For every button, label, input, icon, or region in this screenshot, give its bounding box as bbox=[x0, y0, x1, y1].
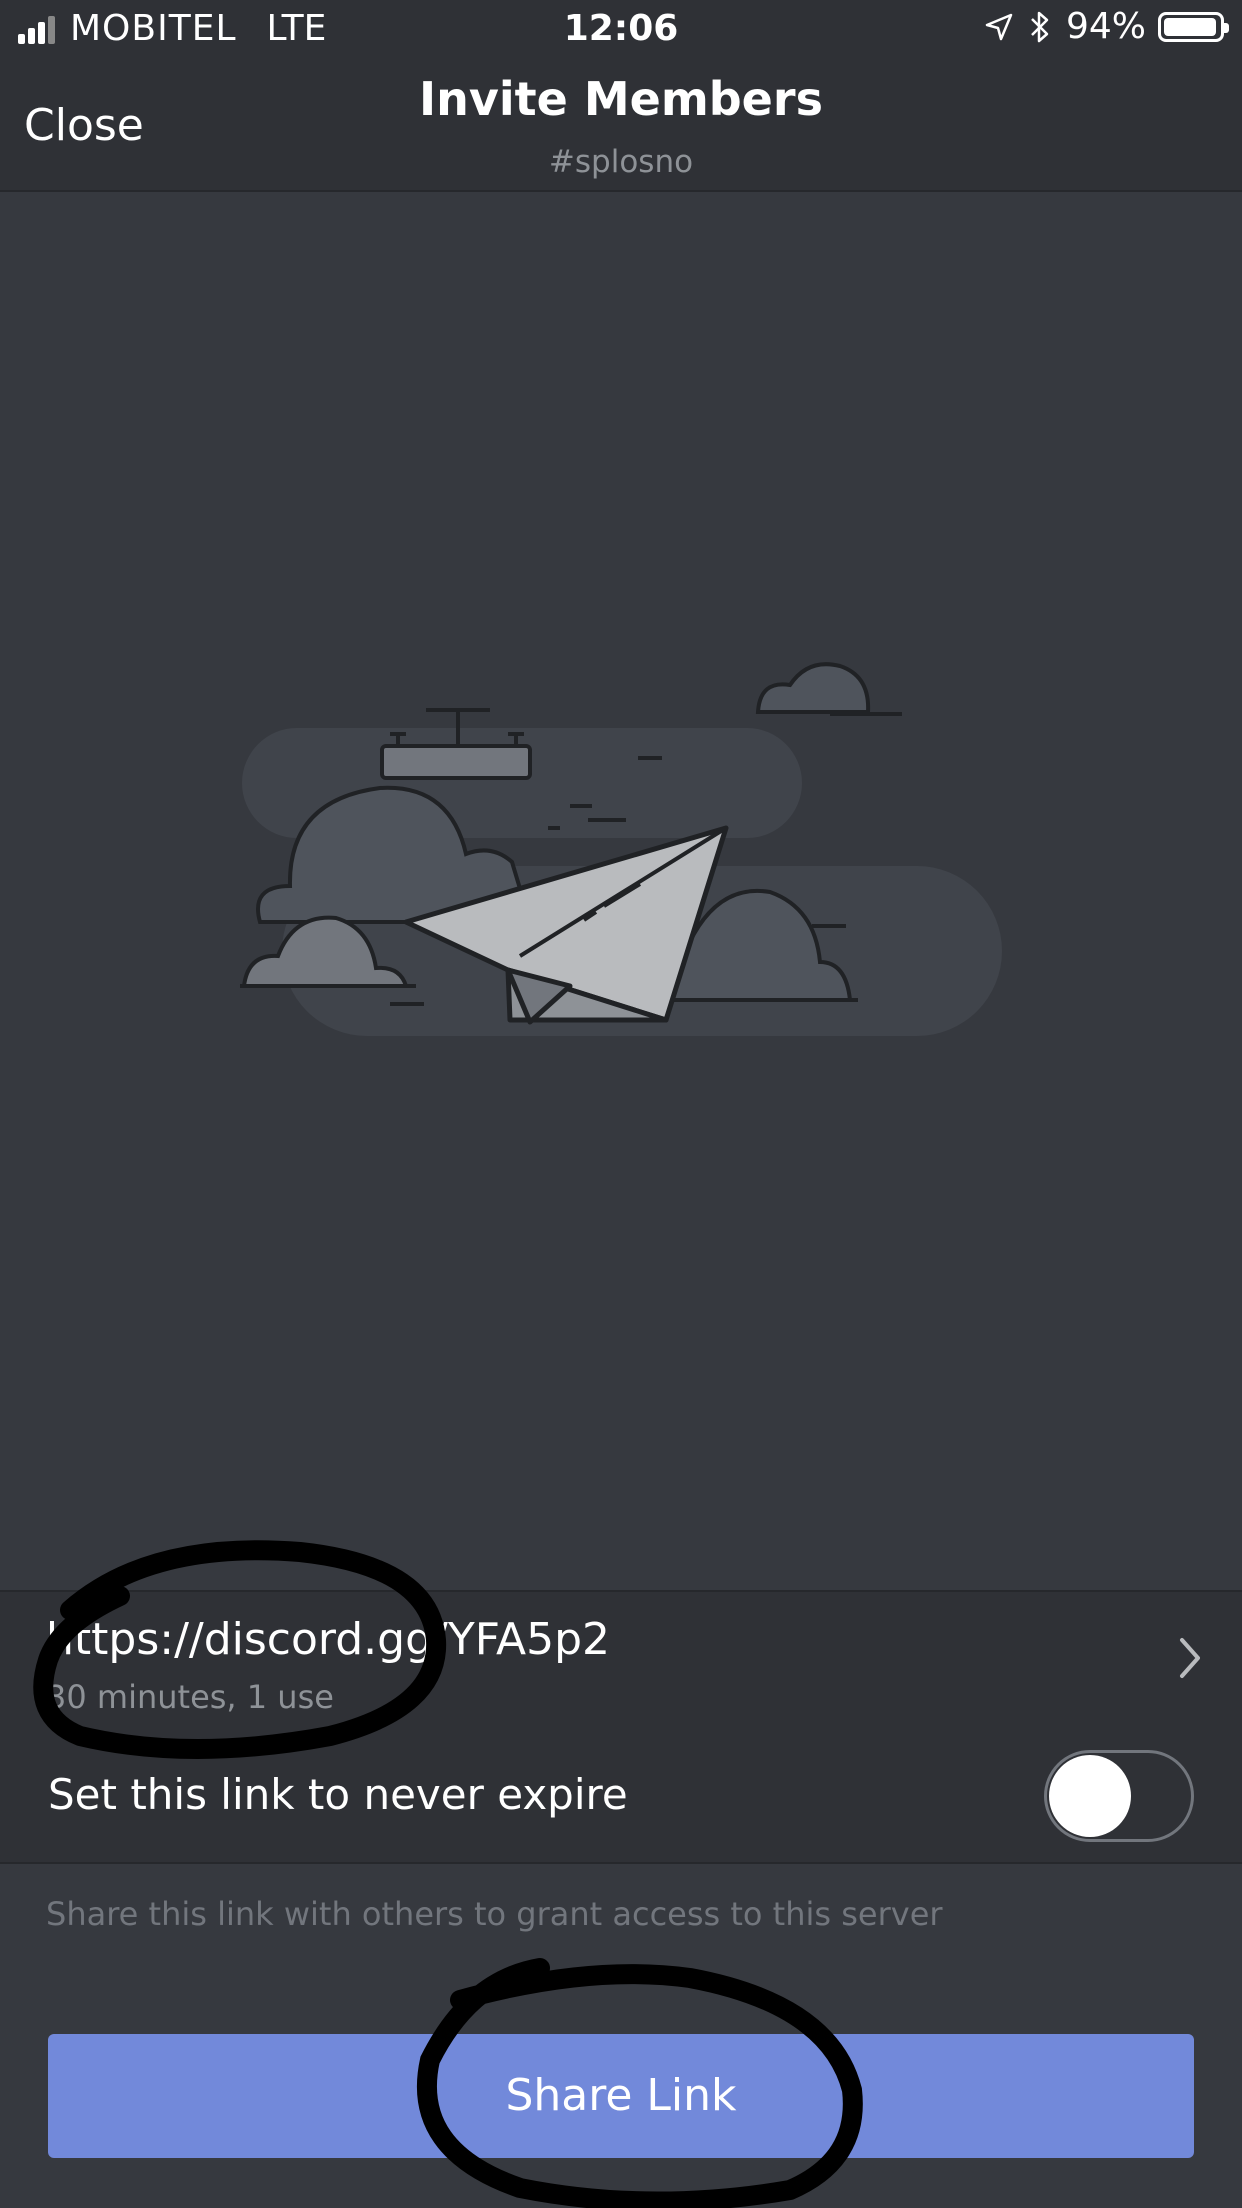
battery-percent: 94% bbox=[1065, 6, 1146, 47]
chevron-right-icon bbox=[1180, 1638, 1200, 1678]
toggle-knob bbox=[1049, 1755, 1131, 1837]
status-bar: MOBITEL LTE 12:06 94% bbox=[0, 0, 1242, 62]
never-expire-toggle[interactable] bbox=[1044, 1750, 1194, 1842]
location-arrow-icon bbox=[985, 13, 1013, 40]
share-link-button[interactable]: Share Link bbox=[48, 2034, 1194, 2158]
bluetooth-icon bbox=[1031, 11, 1049, 42]
battery-icon bbox=[1158, 11, 1229, 42]
annotation-markup bbox=[33, 1540, 863, 2208]
invite-link-row[interactable]: https://discord.gg/YFA5p2 30 minutes, 1 … bbox=[0, 1590, 1242, 1730]
navigation-bar: Close Invite Members #splosno bbox=[0, 62, 1242, 192]
status-right: 94% bbox=[984, 6, 1229, 47]
never-expire-row: Set this link to never expire bbox=[0, 1728, 1242, 1864]
share-hint-text: Share this link with others to grant acc… bbox=[46, 1895, 943, 1933]
invite-link-url: https://discord.gg/YFA5p2 bbox=[46, 1614, 610, 1665]
channel-name: #splosno bbox=[548, 144, 694, 180]
never-expire-label: Set this link to never expire bbox=[48, 1770, 628, 1819]
invite-link-expiry: 30 minutes, 1 use bbox=[46, 1678, 334, 1716]
page-title: Invite Members bbox=[419, 72, 823, 126]
paper-plane-illustration bbox=[240, 662, 1002, 1036]
